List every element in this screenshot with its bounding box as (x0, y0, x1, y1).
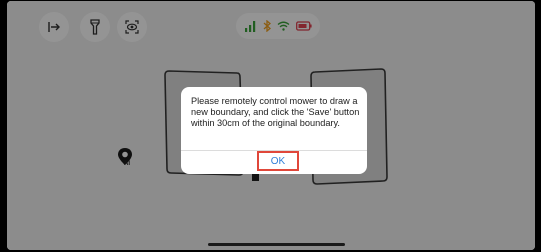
ok-button[interactable]: OK (257, 151, 299, 171)
boundary-instruction-dialog: Please remotely control mower to draw a … (181, 87, 367, 174)
home-indicator[interactable] (208, 243, 345, 246)
dialog-message: Please remotely control mower to draw a … (191, 96, 360, 128)
device-frame: AI Please remotely control mower to draw… (7, 1, 535, 250)
screen: AI Please remotely control mower to draw… (0, 0, 541, 252)
